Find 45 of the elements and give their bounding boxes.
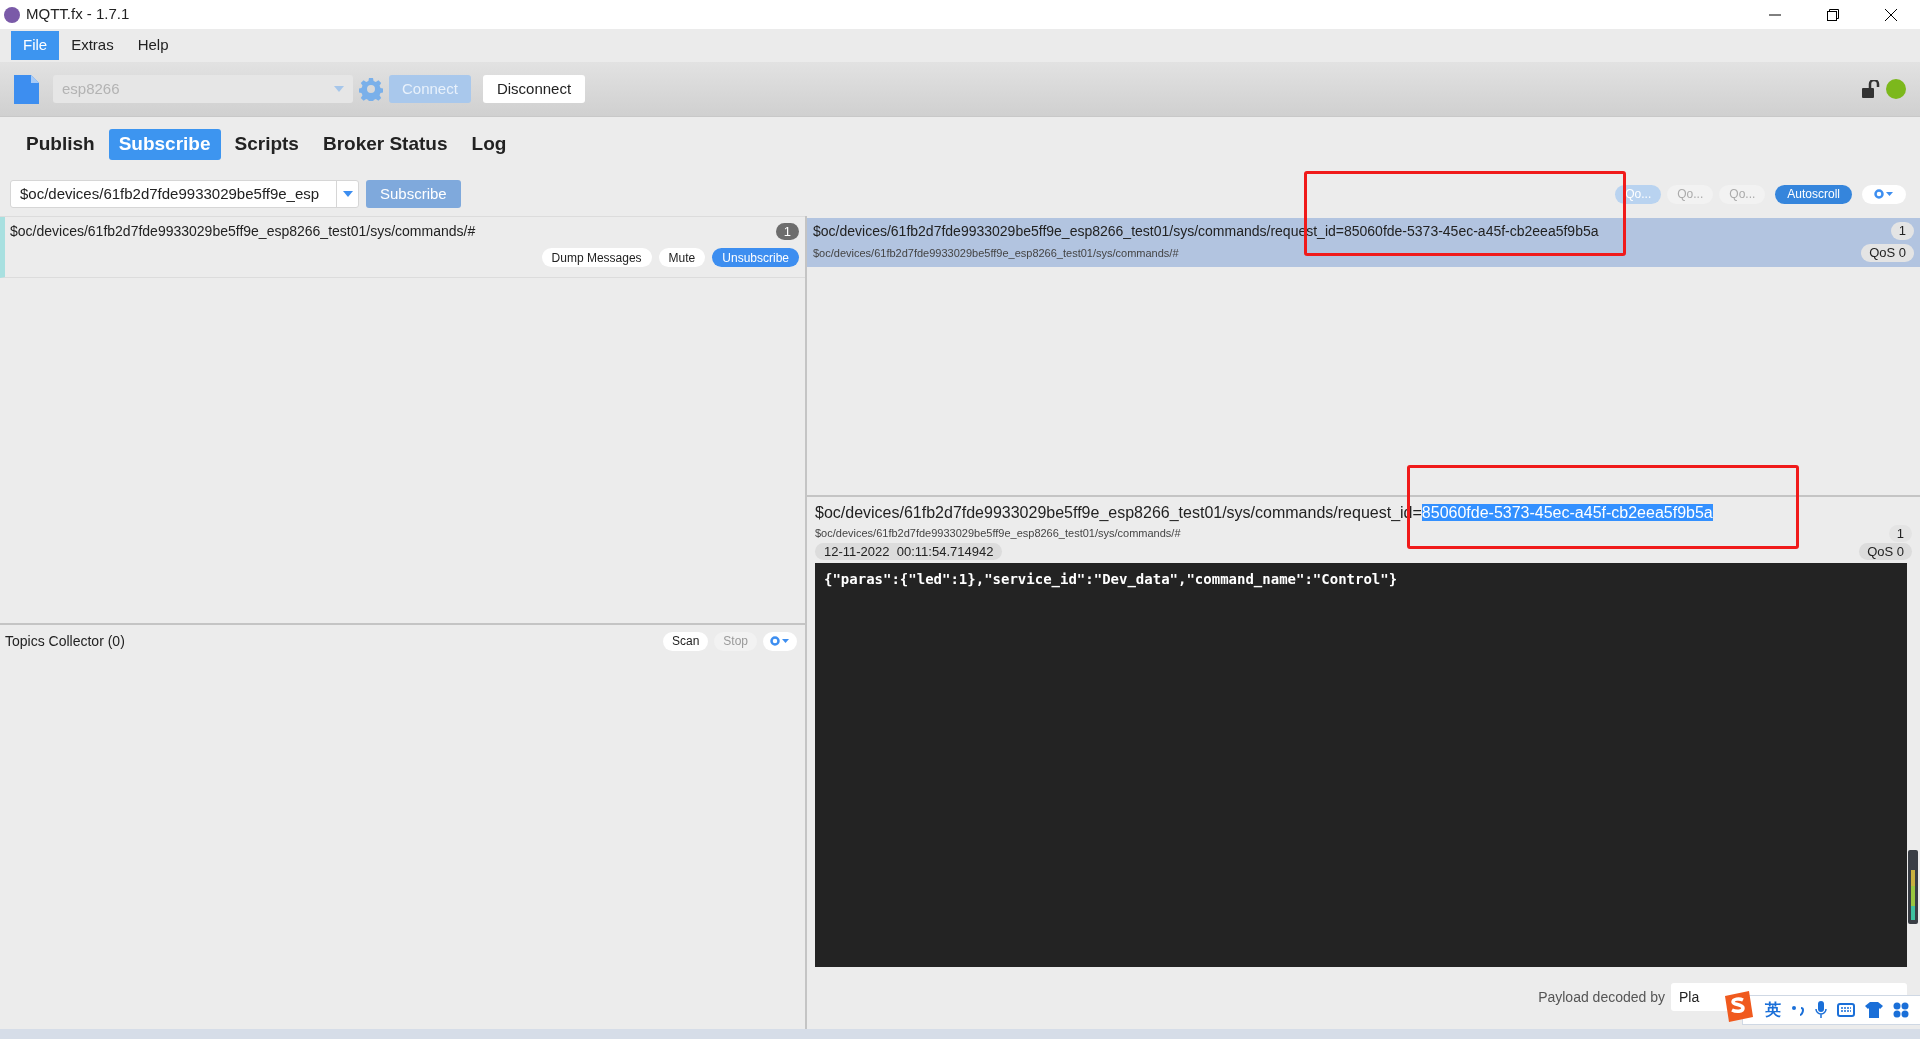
menu-item[interactable]: Extras [59, 31, 126, 60]
grid-icon[interactable] [1893, 1002, 1909, 1018]
subscription-item[interactable]: $oc/devices/61fb2d7fde9933029be5ff9e_esp8266_test01/sys/commands/# 1 Dump Messages Mute Unsubscribe [0, 217, 805, 278]
keyboard-icon[interactable] [1837, 1003, 1855, 1017]
subscription-topic: $oc/devices/61fb2d7fde9933029be5ff9e_esp8266_test01/sys/commands/# [813, 245, 1179, 261]
tab[interactable]: Publish [16, 129, 105, 160]
subscription-topic: $oc/devices/61fb2d7fde9933029be5ff9e_esp8266_test01/sys/commands/# [10, 221, 476, 241]
caret-icon [334, 86, 344, 92]
subscription-action-button[interactable]: Dump Messages [541, 248, 652, 267]
shirt-icon[interactable] [1865, 1002, 1883, 1018]
punctuation-icon[interactable] [1791, 1003, 1805, 1017]
subscription-topic: $oc/devices/61fb2d7fde9933029be5ff9e_esp8266_test01/sys/commands/# [815, 526, 1181, 542]
timestamp: 12-11-2022 00:11:54.714942 [815, 543, 1003, 560]
message-count: 1 [775, 222, 799, 240]
autoscroll-button[interactable]: Autoscroll [1775, 184, 1852, 204]
level-meter-icon [1908, 850, 1918, 924]
app-icon [4, 6, 20, 23]
gear-caret-icon [1874, 189, 1894, 199]
subscription-action-button[interactable]: Mute [658, 248, 706, 267]
close-icon [1885, 8, 1897, 21]
restore-icon [1827, 8, 1839, 21]
gear-caret-icon [770, 636, 790, 646]
ime-mode[interactable]: 英 [1765, 998, 1781, 1022]
message-number: 1 [1888, 525, 1912, 542]
topics-collector-title: Topics Collector (0) [5, 631, 125, 651]
settings-icon[interactable] [359, 77, 383, 101]
window-title: MQTT.fx - 1.7.1 [26, 4, 130, 25]
message-number: 1 [1890, 222, 1914, 240]
decoder-label: Payload decoded by [1538, 987, 1665, 1007]
topic-combobox[interactable]: $oc/devices/61fb2d7fde9933029be5ff9e_esp [10, 180, 359, 208]
file-icon[interactable] [14, 74, 39, 104]
disconnect-button[interactable]: Disconnect [482, 75, 586, 103]
qos-badge: QoS 0 [1859, 543, 1912, 560]
tab[interactable]: Log [461, 129, 517, 160]
scan-button[interactable]: Scan [662, 631, 709, 651]
tab[interactable]: Scripts [224, 129, 309, 160]
menu-item[interactable]: Help [125, 31, 181, 60]
options-button[interactable] [1862, 184, 1906, 204]
options-button[interactable] [763, 631, 797, 651]
qos-badge: QoS 0 [1861, 244, 1914, 262]
caret-icon[interactable] [342, 191, 353, 197]
tab[interactable]: Broker Status [312, 129, 458, 160]
payload-text: {"paras":{"led":1},"service_id":"Dev_data","command_name":"Control"} [824, 571, 1398, 587]
unlock-icon [1862, 80, 1882, 98]
microphone-icon[interactable] [1815, 1001, 1827, 1019]
